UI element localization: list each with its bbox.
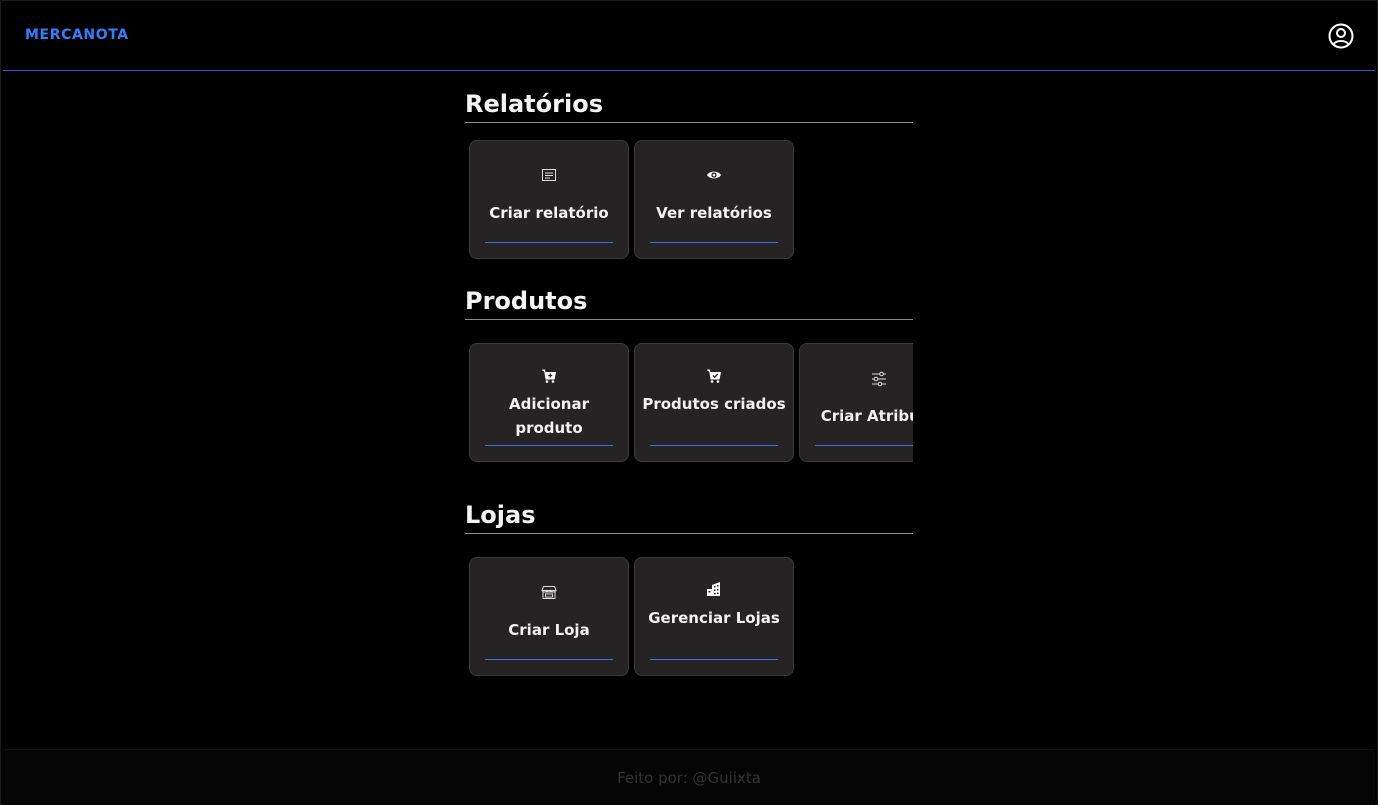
card-underline (650, 242, 778, 243)
card-criar-atributo[interactable]: Criar Atributo (799, 343, 913, 462)
card-label: Criar Atributo (820, 407, 913, 425)
card-underline (485, 659, 613, 660)
card-underline (815, 445, 913, 446)
card-underline (485, 445, 613, 446)
cart-check-icon (707, 369, 722, 383)
card-label: Criar Loja (508, 621, 590, 639)
footer-credit: Feito por: @Guiixta (617, 769, 761, 787)
section-title-relatorios: Relatórios (465, 89, 913, 123)
card-label: Produtos criados (642, 395, 786, 413)
app-window: MERCANOTA Relatórios Criar relatório Ver… (0, 0, 1378, 805)
store-icon (541, 586, 557, 599)
card-label: Ver relatórios (656, 204, 772, 222)
buildings-icon (707, 582, 720, 596)
section-title-lojas: Lojas (465, 500, 913, 534)
card-label: Adicionar produto (508, 395, 590, 437)
card-criar-loja[interactable]: Criar Loja (469, 557, 629, 676)
eye-icon (707, 171, 721, 179)
relatorios-card-list: Criar relatório Ver relatórios (465, 140, 913, 262)
card-underline (485, 242, 613, 243)
card-adicionar-produto[interactable]: Adicionar produto (469, 343, 629, 462)
top-navbar: MERCANOTA (3, 3, 1375, 71)
cart-plus-icon (542, 369, 557, 383)
card-ver-relatorios[interactable]: Ver relatórios (634, 140, 794, 259)
page-footer: Feito por: @Guiixta (3, 749, 1375, 805)
card-label: Criar relatório (489, 204, 609, 222)
card-gerenciar-lojas[interactable]: Gerenciar Lojas (634, 557, 794, 676)
card-underline (650, 445, 778, 446)
lojas-card-list: Criar Loja Gerenciar Lojas (465, 557, 913, 679)
card-underline (650, 659, 778, 660)
sliders-icon (872, 371, 886, 387)
produtos-card-list: Adicionar produto Produtos criados Criar… (465, 343, 913, 465)
user-profile-button[interactable] (1327, 22, 1355, 50)
card-label: Gerenciar Lojas (648, 609, 780, 627)
brand-logo[interactable]: MERCANOTA (25, 27, 129, 43)
card-criar-relatorio[interactable]: Criar relatório (469, 140, 629, 259)
document-lines-icon (542, 169, 556, 181)
section-title-produtos: Produtos (465, 286, 913, 320)
card-produtos-criados[interactable]: Produtos criados (634, 343, 794, 462)
user-circle-icon (1328, 23, 1354, 49)
